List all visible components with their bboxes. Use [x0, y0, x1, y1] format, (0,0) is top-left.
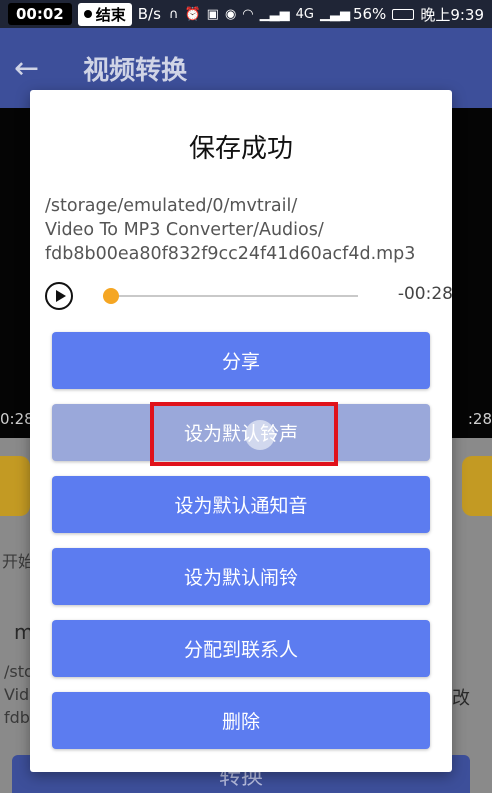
- recording-stop-button[interactable]: 结束: [77, 2, 132, 26]
- wifi-icon: ◠: [242, 6, 254, 22]
- file-path-line: fdb8b00ea80f832f9cc24f41d60acf4d.mp3: [45, 244, 416, 264]
- status-icons: ∩ ⏰ ▣ ◉ ◠ ▁▃▅ 4G ▁▃▅: [169, 7, 350, 22]
- touch-indicator: [245, 420, 275, 450]
- seek-bar[interactable]: [102, 288, 358, 304]
- back-arrow-icon[interactable]: ←: [14, 51, 39, 86]
- recording-timer: 00:02: [8, 3, 72, 25]
- file-path-line: /storage/emulated/0/mvtrail/: [45, 196, 298, 216]
- signal-icon: ▁▃▅: [259, 6, 290, 22]
- status-bar: 00:02 结束 B/s ∩ ⏰ ▣ ◉ ◠ ▁▃▅ 4G ▁▃▅ 56% 晚上…: [0, 0, 492, 28]
- remaining-time: -00:28: [397, 284, 453, 304]
- battery-percent: 56%: [352, 5, 387, 23]
- record-dot-icon: [83, 10, 92, 18]
- clock: 晚上9:39: [420, 5, 484, 24]
- battery-icon: [392, 8, 415, 20]
- set-alarm-button[interactable]: 设为默认闹铃: [52, 548, 430, 605]
- bg-handle-right: [462, 456, 492, 516]
- set-notification-button[interactable]: 设为默认通知音: [52, 476, 430, 533]
- highlight-annotation: [150, 402, 338, 466]
- seek-thumb[interactable]: [102, 288, 119, 304]
- action-list: 分享 设为默认铃声 设为默认通知音 设为默认闹铃 分配到联系人 删除: [52, 332, 430, 764]
- headset-icon: ∩: [168, 6, 179, 22]
- signal-icon-2: ▁▃▅: [319, 6, 350, 22]
- recording-stop-label: 结束: [95, 5, 126, 24]
- network-type: 4G: [295, 6, 314, 22]
- bg-handle-left: [0, 456, 30, 516]
- bg-edit-label: 改: [452, 688, 470, 709]
- page-title: 视频转换: [83, 55, 188, 86]
- hd-icon: ▣: [206, 6, 219, 22]
- assign-contact-button[interactable]: 分配到联系人: [52, 620, 430, 677]
- eye-icon: ◉: [224, 6, 237, 22]
- play-icon[interactable]: [45, 282, 73, 310]
- file-path-line: Video To MP3 Converter/Audios/: [45, 220, 324, 240]
- alarm-icon: ⏰: [184, 6, 201, 22]
- bg-time-right: :28: [467, 410, 492, 428]
- bg-time-left: 0:28: [0, 410, 34, 428]
- file-path: /storage/emulated/0/mvtrail/ Video To MP…: [45, 194, 445, 266]
- dialog-title: 保存成功: [188, 134, 293, 164]
- delete-button[interactable]: 删除: [52, 692, 430, 749]
- network-speed: B/s: [137, 5, 161, 23]
- share-button[interactable]: 分享: [52, 332, 430, 389]
- audio-player: -00:28: [45, 280, 453, 310]
